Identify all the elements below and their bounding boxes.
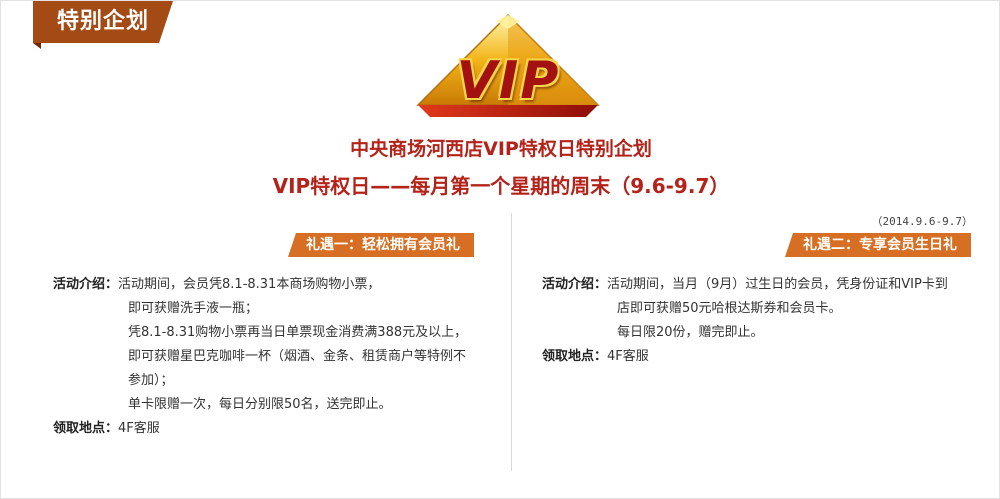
gift2-intro-line: 店即可获赠50元哈根达斯券和会员卡。	[617, 301, 842, 316]
gift1-location-row: 领取地点： 4F客服	[53, 417, 508, 441]
vip-logo-text: VIP	[456, 51, 561, 111]
column-divider	[511, 213, 512, 471]
main-title: 中央商场河西店VIP特权日特别企划	[350, 138, 652, 160]
corner-tag-fold	[33, 43, 41, 49]
sub-title: VIP特权日——每月第一个星期的周末（9.6-9.7）	[272, 174, 730, 198]
gift1-intro-row: 活动介绍： 活动期间，会员凭8.1-8.31本商场购物小票，	[53, 273, 508, 297]
gift1-location-label: 领取地点：	[53, 421, 119, 436]
gift2-intro-line: 活动期间，当月（9月）过生日的会员，凭身份证和VIP卡到	[607, 277, 948, 292]
gift2-badge: 礼遇二：专享会员生日礼	[785, 233, 971, 257]
gift1-intro-label: 活动介绍：	[53, 277, 119, 292]
gift2-location: 4F客服	[607, 349, 649, 364]
vip-logo-icon: VIP	[416, 13, 601, 121]
gift2-location-row: 领取地点： 4F客服	[542, 345, 987, 369]
gift1-intro-line: 即可获赠星巴克咖啡一杯（烟酒、金条、租赁商户等特例不	[128, 349, 467, 364]
gift1-badge: 礼遇一：轻松拥有会员礼	[288, 233, 474, 257]
gift1-intro-line: 参加）；	[128, 373, 174, 388]
gift1-section: 活动介绍： 活动期间，会员凭8.1-8.31本商场购物小票， 即可获赠洗手液一瓶…	[53, 273, 508, 441]
date-note: （2014.9.6-9.7）	[871, 215, 973, 228]
gift1-intro-line: 活动期间，会员凭8.1-8.31本商场购物小票，	[118, 277, 381, 292]
gift1-location: 4F客服	[118, 421, 160, 436]
promo-panel: 特别企划 VIP 中央商场河西店VIP特权日特别企划 VIP特权日——每月第一个…	[0, 0, 1000, 499]
gift1-intro-line: 凭8.1-8.31购物小票再当日单票现金消费满388元及以上，	[128, 325, 468, 340]
gift1-intro-line: 单卡限赠一次，每日分别限50名，送完即止。	[128, 397, 392, 412]
gift2-intro-row: 活动介绍： 活动期间，当月（9月）过生日的会员，凭身份证和VIP卡到	[542, 273, 987, 297]
gift2-intro-label: 活动介绍：	[542, 277, 608, 292]
gift2-section: 活动介绍： 活动期间，当月（9月）过生日的会员，凭身份证和VIP卡到 店即可获赠…	[542, 273, 987, 369]
gift2-location-label: 领取地点：	[542, 349, 608, 364]
gift2-intro-line: 每日限20份，赠完即止。	[617, 325, 764, 340]
corner-tag: 特别企划	[33, 1, 173, 43]
gift1-intro-line: 即可获赠洗手液一瓶；	[128, 301, 259, 316]
